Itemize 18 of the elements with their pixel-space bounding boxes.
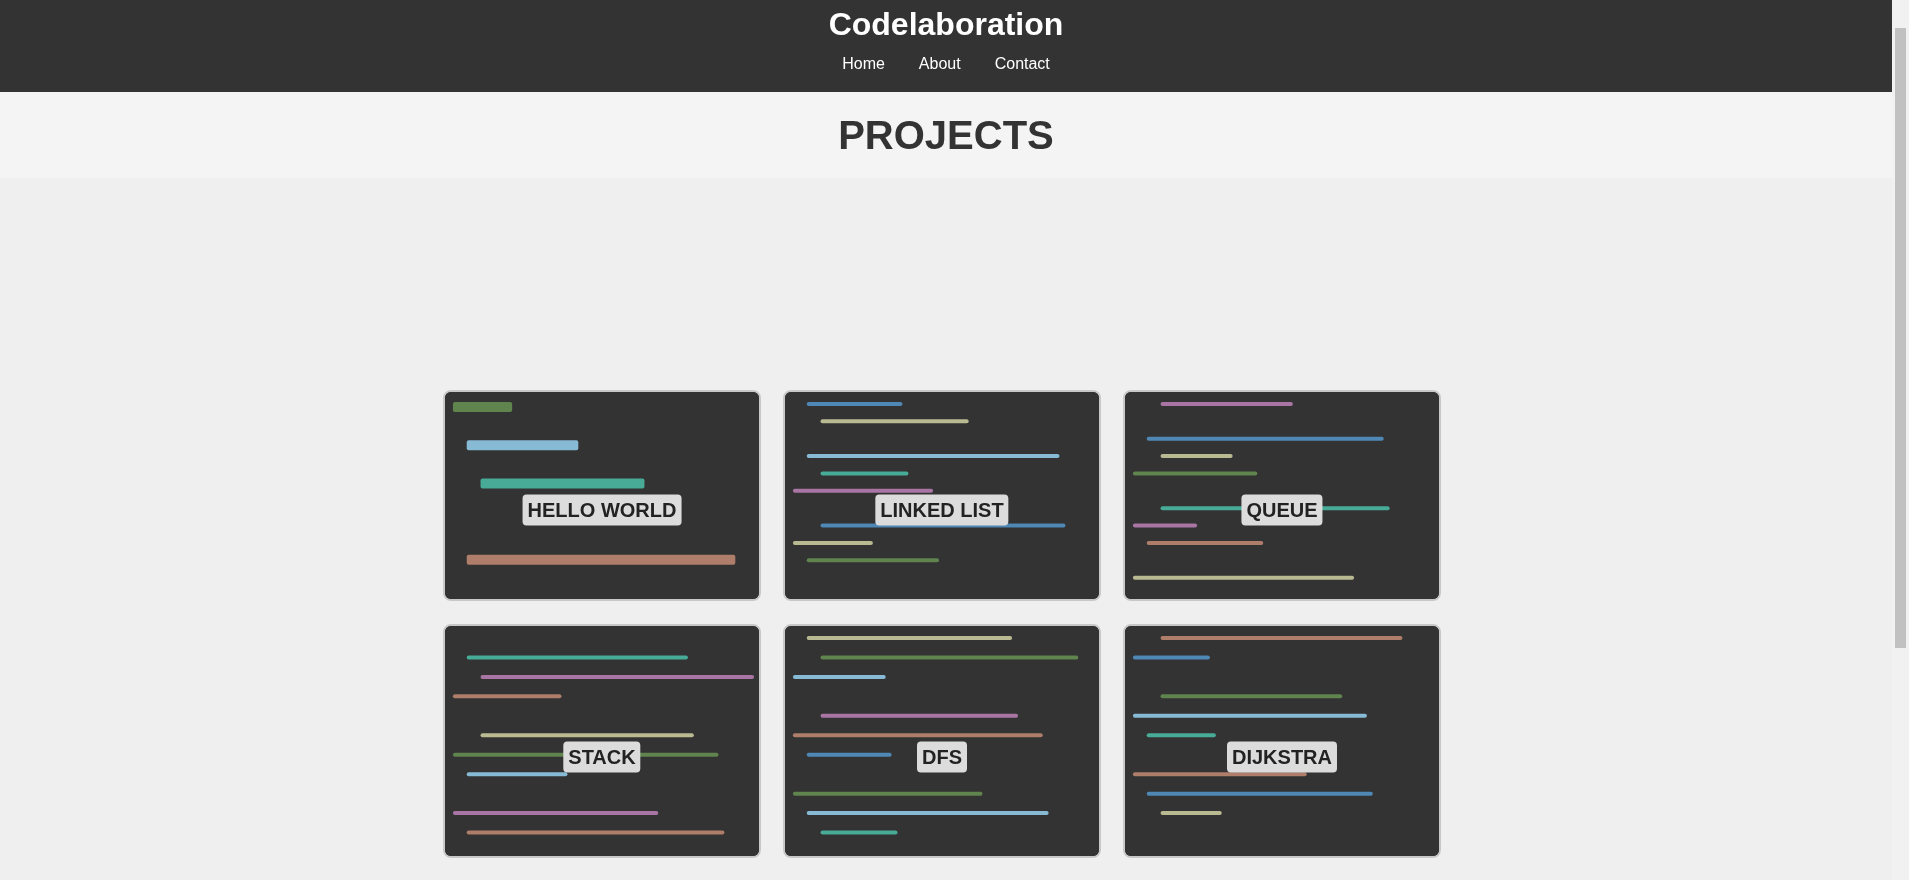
project-card[interactable]: LINKED LIST [783,390,1101,601]
project-label: DIJKSTRA [1227,741,1337,773]
project-card[interactable]: STACK [443,624,761,858]
site-title: Codelaboration [828,6,1064,43]
project-label: HELLO WORLD [522,494,682,526]
project-card[interactable]: DFS [783,624,1101,858]
project-card[interactable]: QUEUE [1123,390,1441,601]
project-card[interactable]: HELLO WORLD [443,390,761,601]
nav-link[interactable]: About [901,55,978,73]
project-label: LINKED LIST [875,494,1009,526]
project-label: STACK [563,741,641,773]
scrollbar-thumb[interactable] [1895,28,1906,648]
project-card[interactable]: DIJKSTRA [1123,624,1441,858]
project-label: QUEUE [1241,494,1323,526]
nav-link[interactable]: Contact [977,55,1067,73]
project-label: DFS [917,741,967,773]
nav-link[interactable]: Home [825,55,902,73]
section-heading: PROJECTS [838,112,1054,158]
